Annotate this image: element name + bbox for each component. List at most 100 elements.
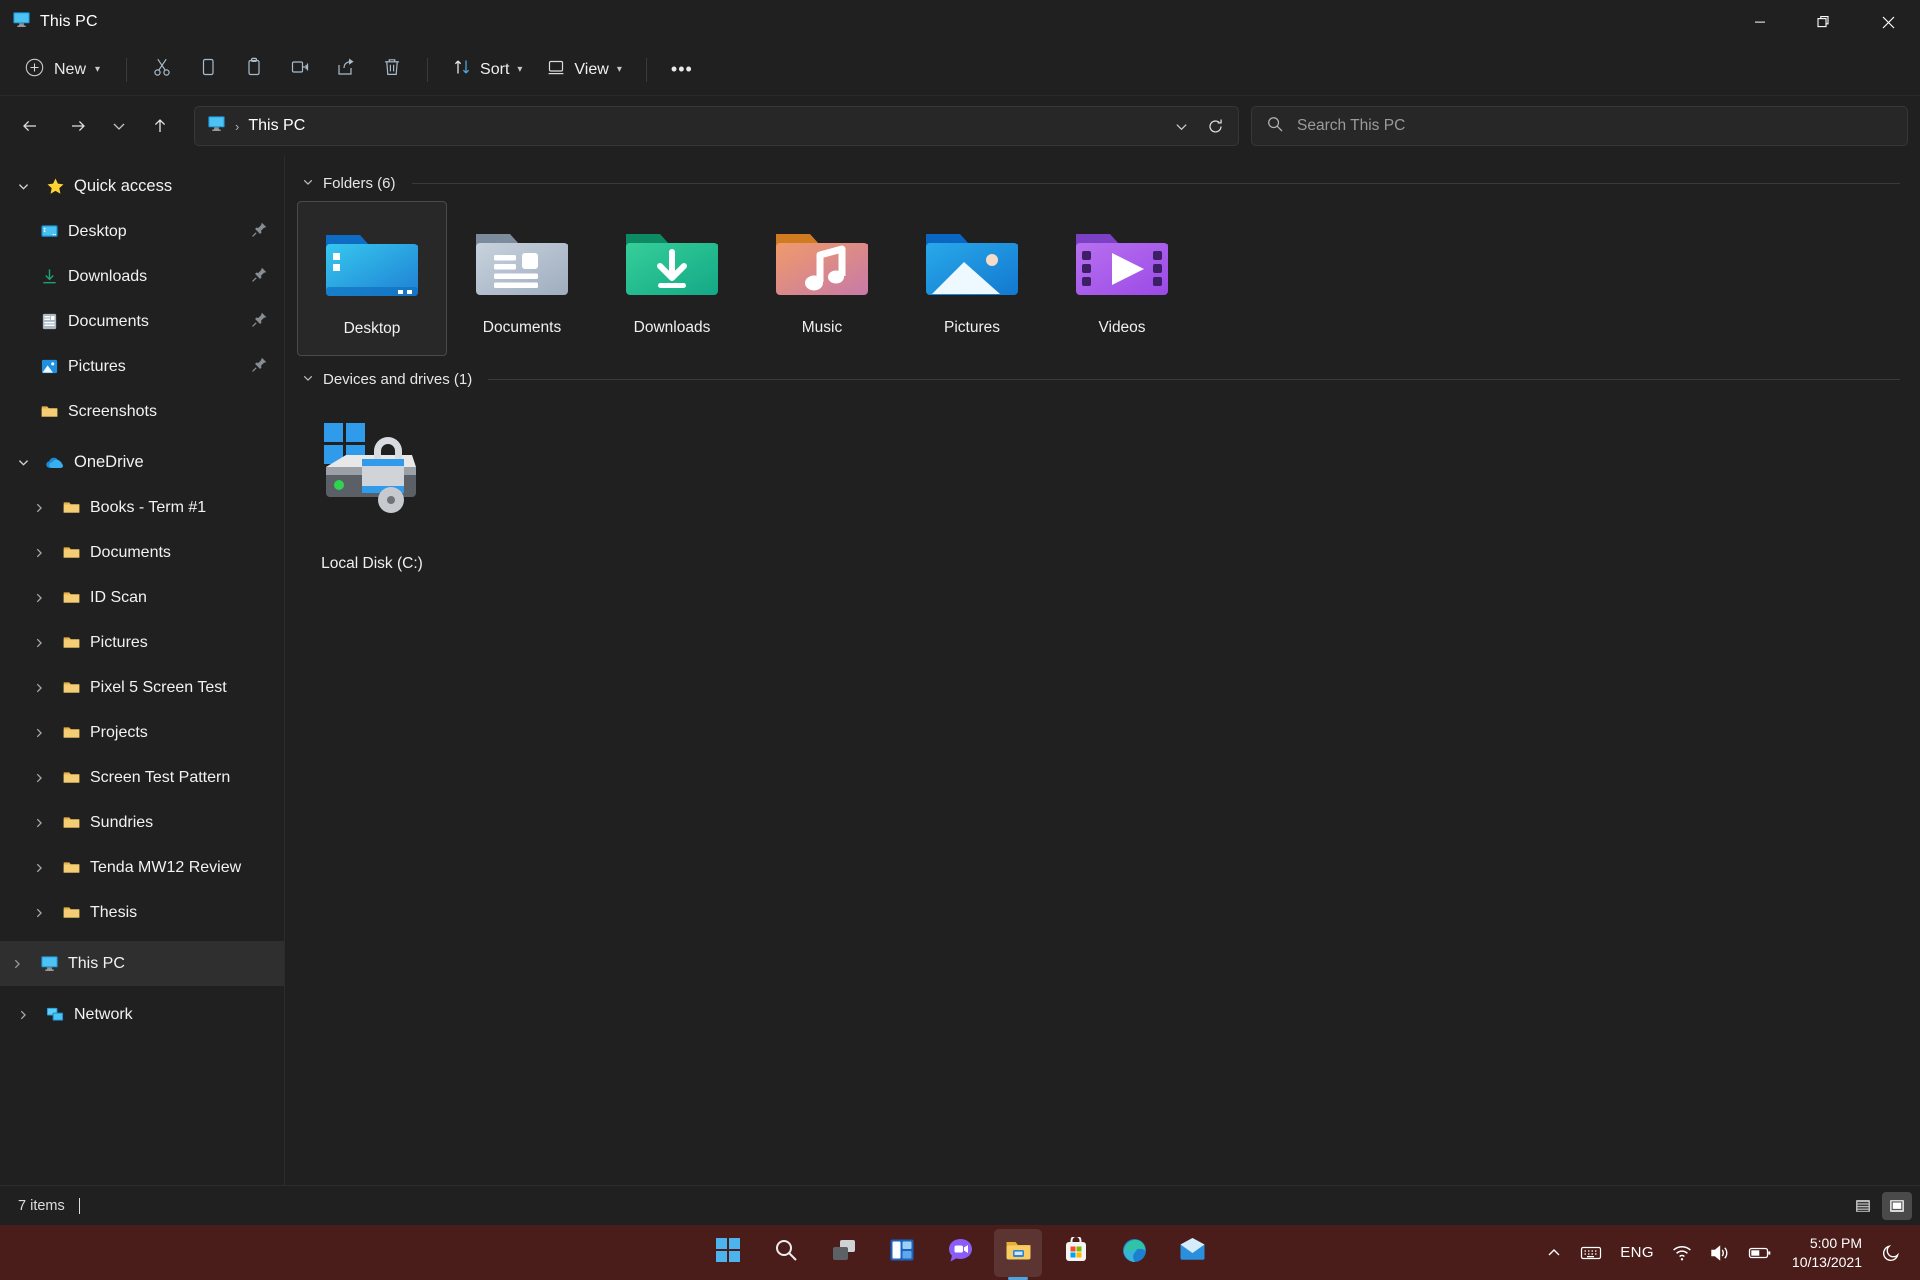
chevron-right-icon[interactable] [22,620,56,665]
cut-button[interactable] [140,52,184,88]
tray-language-indicator[interactable]: ENG [1611,1232,1663,1274]
address-bar[interactable]: › This PC [194,106,1239,146]
pin-icon[interactable] [251,266,268,288]
address-dropdown-button[interactable] [1164,110,1198,142]
new-button[interactable]: New ▾ [14,52,113,88]
chevron-right-icon[interactable] [0,941,34,986]
item-local-disk-c[interactable]: Local Disk (C:) [297,397,447,597]
chevron-down-icon[interactable] [301,176,315,191]
chevron-right-icon[interactable] [22,485,56,530]
chevron-down-icon[interactable] [301,372,315,387]
sidebar-item-pictures[interactable]: Pictures [6,344,278,389]
taskbar-widgets-button[interactable] [878,1229,926,1277]
taskbar-file-explorer-button[interactable] [994,1229,1042,1277]
details-view-button[interactable] [1848,1192,1878,1220]
pin-icon[interactable] [251,311,268,333]
close-button[interactable] [1856,0,1920,44]
sidebar-item-tenda-mw12-review[interactable]: Tenda MW12 Review [6,845,278,890]
sidebar-item-network[interactable]: Network [6,992,278,1037]
chevron-right-icon[interactable] [22,710,56,755]
item-downloads[interactable]: Downloads [597,201,747,356]
pin-icon[interactable] [251,356,268,378]
taskbar-edge-button[interactable] [1110,1229,1158,1277]
pin-icon[interactable] [251,221,268,243]
chevron-down-icon[interactable] [6,164,40,209]
search-box[interactable]: Search This PC [1251,106,1908,146]
view-button[interactable]: View ▾ [535,52,632,88]
sidebar-item-id-scan[interactable]: ID Scan [6,575,278,620]
group-divider [412,183,1900,184]
taskbar-search-button[interactable] [762,1229,810,1277]
chevron-right-icon[interactable] [22,890,56,935]
taskbar-store-button[interactable] [1052,1229,1100,1277]
item-videos[interactable]: Videos [1047,201,1197,356]
search-input[interactable]: Search This PC [1297,117,1405,135]
sidebar-item-pixel-5-screen-test[interactable]: Pixel 5 Screen Test [6,665,278,710]
delete-button[interactable] [370,52,414,88]
share-button[interactable] [324,52,368,88]
tray-focus-assist-button[interactable] [1873,1232,1910,1274]
item-label: Videos [1098,319,1145,337]
sidebar-item-downloads[interactable]: Downloads [6,254,278,299]
rename-button[interactable] [278,52,322,88]
taskbar-start-button[interactable] [704,1229,752,1277]
file-list-view[interactable]: Folders (6) [285,156,1920,1185]
item-pictures[interactable]: Pictures [897,201,1047,356]
taskbar-mail-button[interactable] [1168,1229,1216,1277]
sidebar-section-onedrive[interactable]: OneDrive [6,440,278,485]
group-header-devices-and-drives[interactable]: Devices and drives (1) [297,366,1920,392]
tray-battery-button[interactable] [1739,1232,1781,1274]
sidebar-section-quick-access[interactable]: Quick access [6,164,278,209]
teams-chat-icon [947,1237,974,1269]
sidebar-item-onedrive-documents[interactable]: Documents [6,530,278,575]
chevron-right-icon[interactable] [22,575,56,620]
item-music[interactable]: Music [747,201,897,356]
chevron-right-icon[interactable] [22,665,56,710]
navigation-pane[interactable]: Quick access Desktop [0,156,285,1185]
sidebar-item-sundries[interactable]: Sundries [6,800,278,845]
more-options-button[interactable]: ••• [660,52,704,88]
sidebar-item-desktop[interactable]: Desktop [6,209,278,254]
restore-button[interactable] [1792,0,1856,44]
toolbar-divider-2 [427,58,428,82]
tray-overflow-button[interactable] [1537,1232,1571,1274]
chevron-right-icon[interactable] [22,800,56,845]
refresh-button[interactable] [1198,110,1232,142]
sidebar-item-screen-test-pattern[interactable]: Screen Test Pattern [6,755,278,800]
item-documents[interactable]: Documents [447,201,597,356]
tray-network-button[interactable] [1663,1232,1701,1274]
chevron-right-icon[interactable] [22,845,56,890]
taskbar-chat-button[interactable] [936,1229,984,1277]
copy-button[interactable] [186,52,230,88]
recent-locations-button[interactable] [104,106,134,146]
sidebar-item-thesis[interactable]: Thesis [6,890,278,935]
forward-button[interactable] [58,106,98,146]
tray-volume-button[interactable] [1701,1232,1739,1274]
sidebar-item-documents[interactable]: Documents [6,299,278,344]
group-header-folders[interactable]: Folders (6) [297,170,1920,196]
sidebar-item-screenshots[interactable]: Screenshots [6,389,278,434]
sort-button[interactable]: Sort ▾ [441,52,533,88]
tray-clock[interactable]: 5:00 PM 10/13/2021 [1781,1234,1873,1272]
taskbar-task-view-button[interactable] [820,1229,868,1277]
sidebar-item-this-pc[interactable]: This PC [0,941,284,986]
this-pc-icon [207,114,226,138]
breadcrumb[interactable]: › This PC [207,114,305,138]
back-button[interactable] [10,106,50,146]
sidebar-item-onedrive-pictures[interactable]: Pictures [6,620,278,665]
tray-ime-button[interactable] [1571,1232,1611,1274]
sidebar-item-books-term-1[interactable]: Books - Term #1 [6,485,278,530]
sidebar-item-projects[interactable]: Projects [6,710,278,755]
window-body: Quick access Desktop [0,156,1920,1185]
chevron-right-icon[interactable] [22,530,56,575]
up-button[interactable] [140,106,180,146]
paste-button[interactable] [232,52,276,88]
chevron-right-icon[interactable] [6,992,40,1037]
large-icons-view-button[interactable] [1882,1192,1912,1220]
minimize-button[interactable] [1728,0,1792,44]
sidebar-section-label: OneDrive [70,453,144,472]
chevron-down-icon[interactable] [6,440,40,485]
chevron-right-icon[interactable] [22,755,56,800]
title-bar-left: This PC [0,10,98,34]
item-desktop[interactable]: Desktop [297,201,447,356]
